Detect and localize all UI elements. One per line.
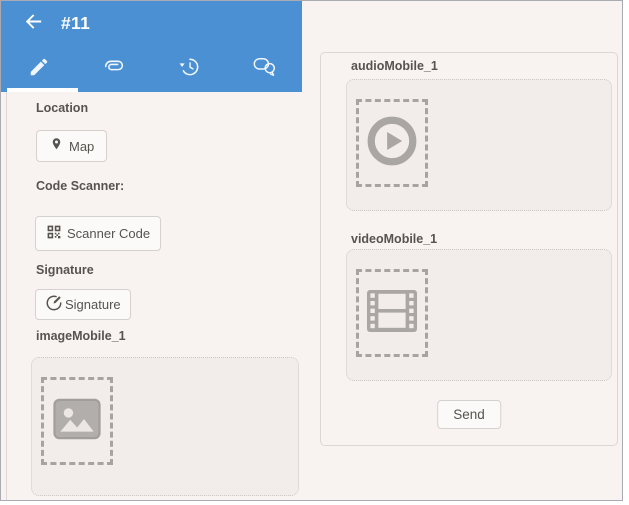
signature-button[interactable]: Signature <box>35 289 131 320</box>
audio-field-label: audioMobile_1 <box>351 59 438 73</box>
signature-button-label: Signature <box>65 297 121 312</box>
film-strip-icon <box>364 287 420 340</box>
tab-attachments[interactable] <box>76 46 151 92</box>
chat-bubbles-icon <box>252 54 277 84</box>
image-field-container <box>31 357 299 496</box>
audio-field-container <box>346 79 612 211</box>
tab-bar <box>1 46 302 92</box>
location-field-label: Location <box>36 101 88 115</box>
video-field-container <box>346 249 612 381</box>
image-upload-dropzone[interactable] <box>41 377 113 465</box>
map-button-label: Map <box>69 139 94 154</box>
tab-comments[interactable] <box>227 46 302 92</box>
app-window: #11 <box>0 0 629 505</box>
audio-upload-dropzone[interactable] <box>356 99 428 187</box>
image-field-label: imageMobile_1 <box>36 329 126 343</box>
media-card: audioMobile_1 videoMobile_1 <box>320 52 618 446</box>
scanner-code-button-label: Scanner Code <box>67 226 150 241</box>
pencil-icon <box>28 56 50 83</box>
header: #11 <box>1 1 302 92</box>
send-button[interactable]: Send <box>437 400 501 429</box>
scrollbar-track <box>6 92 7 500</box>
video-upload-dropzone[interactable] <box>356 269 428 357</box>
page-title: #11 <box>61 13 90 34</box>
image-icon <box>50 392 104 451</box>
mobile-form-view: #11 <box>0 0 623 501</box>
paperclip-icon <box>101 54 126 84</box>
map-pin-icon <box>49 137 64 155</box>
signature-field-label: Signature <box>36 263 94 277</box>
qr-code-icon <box>46 224 62 243</box>
active-tab-indicator <box>7 88 78 92</box>
signature-edit-icon <box>45 294 63 315</box>
history-clock-icon <box>178 55 201 83</box>
code-scanner-field-label: Code Scanner: <box>36 179 124 193</box>
back-button[interactable] <box>19 10 47 38</box>
scanner-code-button[interactable]: Scanner Code <box>35 216 161 251</box>
header-title-row: #11 <box>1 1 302 46</box>
map-button[interactable]: Map <box>36 130 107 162</box>
play-icon <box>363 112 421 175</box>
arrow-left-icon <box>22 10 45 38</box>
tab-edit[interactable] <box>1 46 76 92</box>
media-pane: audioMobile_1 videoMobile_1 <box>302 1 622 500</box>
video-field-label: videoMobile_1 <box>351 232 437 246</box>
send-button-label: Send <box>453 407 485 422</box>
tab-history[interactable] <box>152 46 227 92</box>
form-pane: #11 <box>1 1 303 500</box>
